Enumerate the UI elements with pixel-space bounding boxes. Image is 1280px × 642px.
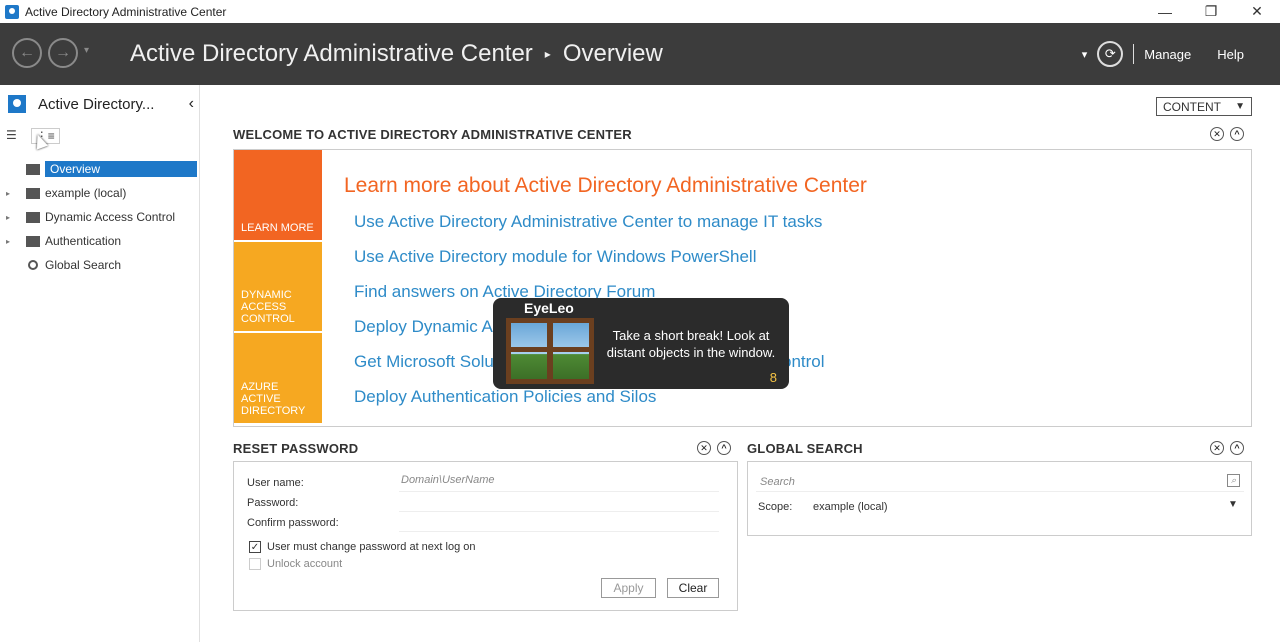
nav-item-dynamic-access-control[interactable]: ▸ Dynamic Access Control xyxy=(0,205,200,229)
breadcrumb-separator-icon: ▸ xyxy=(544,47,551,61)
close-section-icon[interactable]: ✕ xyxy=(1210,441,1224,455)
search-icon[interactable]: ⌕ xyxy=(1227,474,1240,487)
help-menu[interactable]: Help xyxy=(1217,47,1244,62)
collapse-pane-icon[interactable]: ‹ xyxy=(189,95,194,113)
folder-icon xyxy=(26,235,40,247)
close-section-icon[interactable]: ✕ xyxy=(1210,127,1224,141)
nav-item-label: Overview xyxy=(45,161,197,177)
app-header: ← → ▾ Active Directory Administrative Ce… xyxy=(0,23,1280,85)
reset-password-controls: ✕ ^ xyxy=(697,441,731,455)
must-change-label: User must change password at next log on xyxy=(267,541,476,553)
breadcrumb-current[interactable]: Overview xyxy=(563,40,663,68)
global-search-controls: ✕ ^ xyxy=(1210,441,1244,455)
nav-item-example-local[interactable]: ▸ example (local) xyxy=(0,181,200,205)
learn-more-heading: Learn more about Active Directory Admini… xyxy=(344,174,867,197)
password-input[interactable] xyxy=(399,494,719,512)
nav-item-label: Authentication xyxy=(45,234,122,248)
folder-icon xyxy=(26,211,40,223)
help-link[interactable]: Deploy Authentication Policies and Silos xyxy=(354,387,825,422)
must-change-password-option[interactable]: ✓ User must change password at next log o… xyxy=(249,541,476,554)
maximize-button[interactable]: ❐ xyxy=(1188,0,1234,23)
clear-button[interactable]: Clear xyxy=(667,578,719,598)
close-button[interactable]: ✕ xyxy=(1234,0,1280,23)
must-change-checkbox[interactable]: ✓ xyxy=(249,541,261,554)
search-placeholder: Search xyxy=(760,475,795,488)
header-dropdown-icon[interactable]: ▾ xyxy=(1082,48,1088,61)
password-label: Password: xyxy=(247,497,299,509)
navigation-pane: Active Directory... ‹ ☰ ⋮≡ Overview ▸ ex… xyxy=(0,85,200,642)
welcome-section-title: WELCOME TO ACTIVE DIRECTORY ADMINISTRATI… xyxy=(233,127,632,142)
manage-menu[interactable]: Manage xyxy=(1144,47,1191,62)
reset-password-title: RESET PASSWORD xyxy=(233,441,359,456)
tile-azure-active-directory[interactable]: AZURE ACTIVE DIRECTORY xyxy=(234,333,322,423)
navigation-header: Active Directory... ‹ xyxy=(8,95,194,113)
eyeleo-title: EyeLeo xyxy=(524,300,574,316)
collapse-section-icon[interactable]: ^ xyxy=(717,441,731,455)
content-button-label: CONTENT xyxy=(1163,99,1221,114)
global-search-title: GLOBAL SEARCH xyxy=(747,441,863,456)
search-icon xyxy=(28,260,38,270)
scope-value[interactable]: example (local) xyxy=(813,501,888,513)
username-input[interactable]: Domain\UserName xyxy=(399,474,719,492)
close-section-icon[interactable]: ✕ xyxy=(697,441,711,455)
window-title: Active Directory Administrative Center xyxy=(25,4,227,19)
collapse-section-icon[interactable]: ^ xyxy=(1230,441,1244,455)
title-bar: Active Directory Administrative Center —… xyxy=(0,0,1280,23)
unlock-account-checkbox[interactable] xyxy=(249,558,261,571)
expand-icon[interactable]: ▸ xyxy=(6,213,16,222)
apply-button[interactable]: Apply xyxy=(601,578,656,598)
app-icon xyxy=(5,4,19,19)
navigation-title: Active Directory... xyxy=(38,95,155,113)
tile-dynamic-access-control[interactable]: DYNAMIC ACCESS CONTROL xyxy=(234,242,322,331)
eyeleo-message: Take a short break! Look at distant obje… xyxy=(606,328,776,360)
overview-icon xyxy=(26,163,40,175)
nav-item-global-search[interactable]: Global Search xyxy=(0,253,200,277)
unlock-account-label: Unlock account xyxy=(267,558,343,570)
help-link[interactable]: Use Active Directory module for Windows … xyxy=(354,247,825,282)
scope-label: Scope: xyxy=(758,501,793,513)
header-divider xyxy=(1133,44,1135,64)
refresh-icon[interactable]: ⟳ xyxy=(1097,41,1124,67)
chevron-down-icon: ▼ xyxy=(1235,101,1245,112)
welcome-section-controls: ✕ ^ xyxy=(1210,127,1244,141)
breadcrumb-root[interactable]: Active Directory Administrative Center xyxy=(130,40,533,68)
back-button[interactable]: ← xyxy=(12,38,42,68)
tile-learn-more[interactable]: LEARN MORE xyxy=(234,150,322,240)
list-view-icon[interactable]: ☰ xyxy=(6,128,17,144)
collapse-section-icon[interactable]: ^ xyxy=(1230,127,1244,141)
nav-item-label: Dynamic Access Control xyxy=(45,210,176,224)
global-search-input[interactable]: Search ⌕ xyxy=(756,472,1244,492)
global-search-panel: Search ⌕ Scope: example (local) ▼ xyxy=(747,461,1252,536)
expand-icon[interactable]: ▸ xyxy=(6,237,16,246)
eyeleo-break-notification[interactable]: EyeLeo Take a short break! Look at dista… xyxy=(493,298,789,389)
nav-item-overview[interactable]: Overview xyxy=(0,157,200,181)
content-dropdown-button[interactable]: CONTENT ▼ xyxy=(1156,97,1252,116)
username-label: User name: xyxy=(247,477,304,489)
scope-dropdown-icon[interactable]: ▼ xyxy=(1228,499,1238,510)
history-dropdown[interactable]: ▾ xyxy=(84,45,89,56)
breadcrumb: Active Directory Administrative Center ▸… xyxy=(130,40,663,68)
window-landscape-image xyxy=(506,318,594,384)
domain-icon xyxy=(26,187,40,199)
nav-item-authentication[interactable]: ▸ Authentication xyxy=(0,229,200,253)
expand-icon[interactable]: ▸ xyxy=(6,189,16,198)
minimize-button[interactable]: — xyxy=(1142,0,1188,23)
eyeleo-countdown: 8 xyxy=(769,370,777,385)
nav-item-label: Global Search xyxy=(45,258,122,272)
navigation-tree: Overview ▸ example (local) ▸ Dynamic Acc… xyxy=(0,157,200,277)
window-controls: — ❐ ✕ xyxy=(1142,0,1280,23)
help-link[interactable]: Use Active Directory Administrative Cent… xyxy=(354,212,825,247)
reset-password-panel: User name: Domain\UserName Password: Con… xyxy=(233,461,738,611)
unlock-account-option[interactable]: Unlock account xyxy=(249,558,343,571)
header-actions: ▾ ⟳ Manage Help xyxy=(1082,41,1244,67)
active-directory-icon xyxy=(8,95,26,113)
forward-button[interactable]: → xyxy=(48,38,78,68)
confirm-password-input[interactable] xyxy=(399,514,719,532)
confirm-password-label: Confirm password: xyxy=(247,517,339,529)
nav-item-label: example (local) xyxy=(45,186,127,200)
